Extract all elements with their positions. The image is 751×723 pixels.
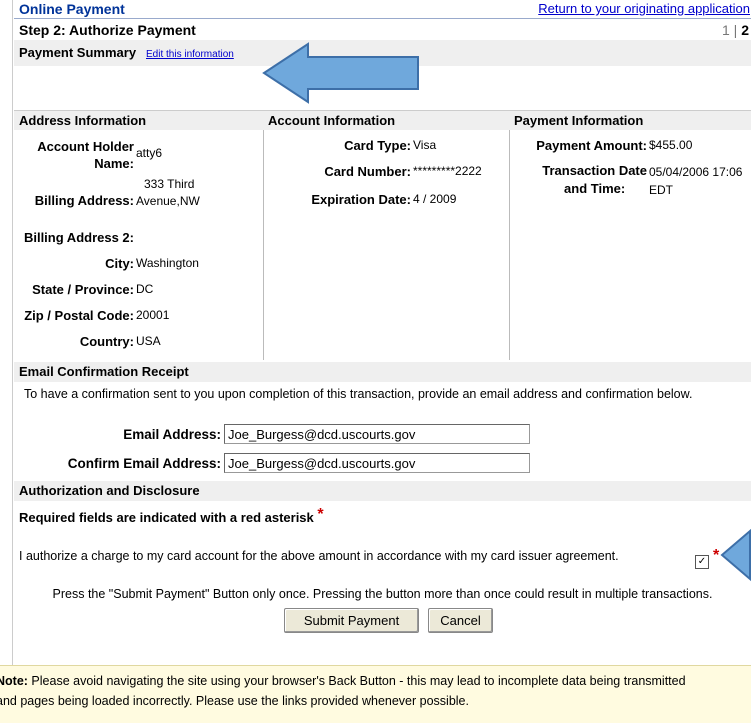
pager-steps: 1 | bbox=[722, 22, 742, 38]
state-value: DC bbox=[136, 282, 154, 296]
email-label: Email Address: bbox=[123, 427, 221, 442]
address-heading: Address Information bbox=[14, 110, 263, 130]
note-line-1: Note: Please avoid navigating the site u… bbox=[0, 671, 751, 691]
billing-address-value: 333 Third Avenue,NW bbox=[136, 177, 200, 208]
cancel-button[interactable]: Cancel bbox=[428, 608, 493, 633]
account-heading: Account Information bbox=[263, 110, 509, 130]
zip-label: Zip / Postal Code: bbox=[24, 308, 134, 323]
page-edge bbox=[12, 0, 13, 665]
step-title: Step 2: Authorize Payment bbox=[19, 22, 196, 38]
confirm-email-input[interactable] bbox=[224, 453, 530, 473]
authorize-checkbox[interactable]: ✓ bbox=[695, 555, 709, 569]
state-label: State / Province: bbox=[32, 282, 134, 297]
transaction-date-label: Transaction Date and Time: bbox=[542, 163, 647, 196]
city-value: Washington bbox=[136, 256, 199, 270]
payment-heading: Payment Information bbox=[509, 110, 751, 130]
card-type-value: Visa bbox=[413, 138, 437, 152]
authorization-text: I authorize a charge to my card account … bbox=[19, 549, 619, 563]
payment-column: Payment Information Payment Amount: $455… bbox=[509, 110, 751, 360]
required-note: Required fields are indicated with a red… bbox=[19, 510, 314, 525]
account-column: Account Information Card Type: Visa Card… bbox=[263, 110, 510, 360]
confirm-email-label: Confirm Email Address: bbox=[67, 456, 221, 471]
checkbox-required-asterisk: * bbox=[713, 547, 720, 564]
expiration-value: 4 / 2009 bbox=[413, 192, 457, 206]
payment-amount-value: $455.00 bbox=[649, 138, 693, 152]
summary-title: Payment Summary bbox=[19, 45, 137, 60]
city-label: City: bbox=[105, 256, 134, 271]
billing-address2-label: Billing Address 2: bbox=[23, 230, 134, 245]
card-type-label: Card Type: bbox=[344, 138, 411, 153]
return-link[interactable]: Return to your originating application bbox=[538, 1, 750, 16]
note-label: Note: bbox=[0, 674, 28, 688]
page-title: Online Payment bbox=[19, 1, 125, 17]
authorization-row: I authorize a charge to my card account … bbox=[14, 544, 751, 568]
required-note-row: Required fields are indicated with a red… bbox=[14, 505, 751, 531]
email-instructions: To have a confirmation sent to you upon … bbox=[24, 387, 693, 401]
card-number-label: Card Number: bbox=[324, 164, 411, 179]
account-holder-value: atty6 bbox=[136, 146, 163, 160]
left-arrow-icon bbox=[720, 528, 751, 582]
payment-amount-label: Payment Amount: bbox=[536, 138, 647, 153]
email-input[interactable] bbox=[224, 424, 530, 444]
zip-value: 20001 bbox=[136, 308, 170, 322]
pager-current: 2 bbox=[741, 22, 749, 38]
card-number-value: *********2222 bbox=[413, 164, 482, 178]
account-holder-label: Account Holder Name: bbox=[37, 139, 134, 171]
email-section-heading: Email Confirmation Receipt bbox=[14, 362, 751, 382]
navigation-note: Note: Please avoid navigating the site u… bbox=[0, 665, 751, 723]
address-column: Address Information Account Holder Name: … bbox=[14, 110, 264, 360]
title-bar: Online Payment Return to your originatin… bbox=[14, 0, 751, 17]
note-line-2: and pages being loaded incorrectly. Plea… bbox=[0, 694, 469, 708]
submit-once-note: Press the "Submit Payment" Button only o… bbox=[52, 587, 713, 601]
country-value: USA bbox=[136, 334, 161, 348]
billing-address-label: Billing Address: bbox=[34, 193, 134, 208]
page: { "header": { "title": "Online Payment",… bbox=[0, 0, 751, 723]
edit-information-link[interactable]: Edit this information bbox=[146, 49, 234, 60]
expiration-label: Expiration Date: bbox=[311, 192, 411, 207]
transaction-date-value: 05/04/2006 17:06 EDT bbox=[649, 165, 743, 197]
submit-payment-button[interactable]: Submit Payment bbox=[284, 608, 419, 633]
step-bar: Step 2: Authorize Payment 1 | 2 bbox=[14, 18, 751, 40]
required-asterisk: * bbox=[317, 506, 324, 523]
country-label: Country: bbox=[79, 334, 134, 349]
left-arrow-icon bbox=[262, 42, 419, 104]
authorization-heading: Authorization and Disclosure bbox=[14, 481, 751, 501]
step-pager: 1 | 2 bbox=[722, 22, 749, 38]
summary-columns: Address Information Account Holder Name: … bbox=[14, 110, 751, 360]
